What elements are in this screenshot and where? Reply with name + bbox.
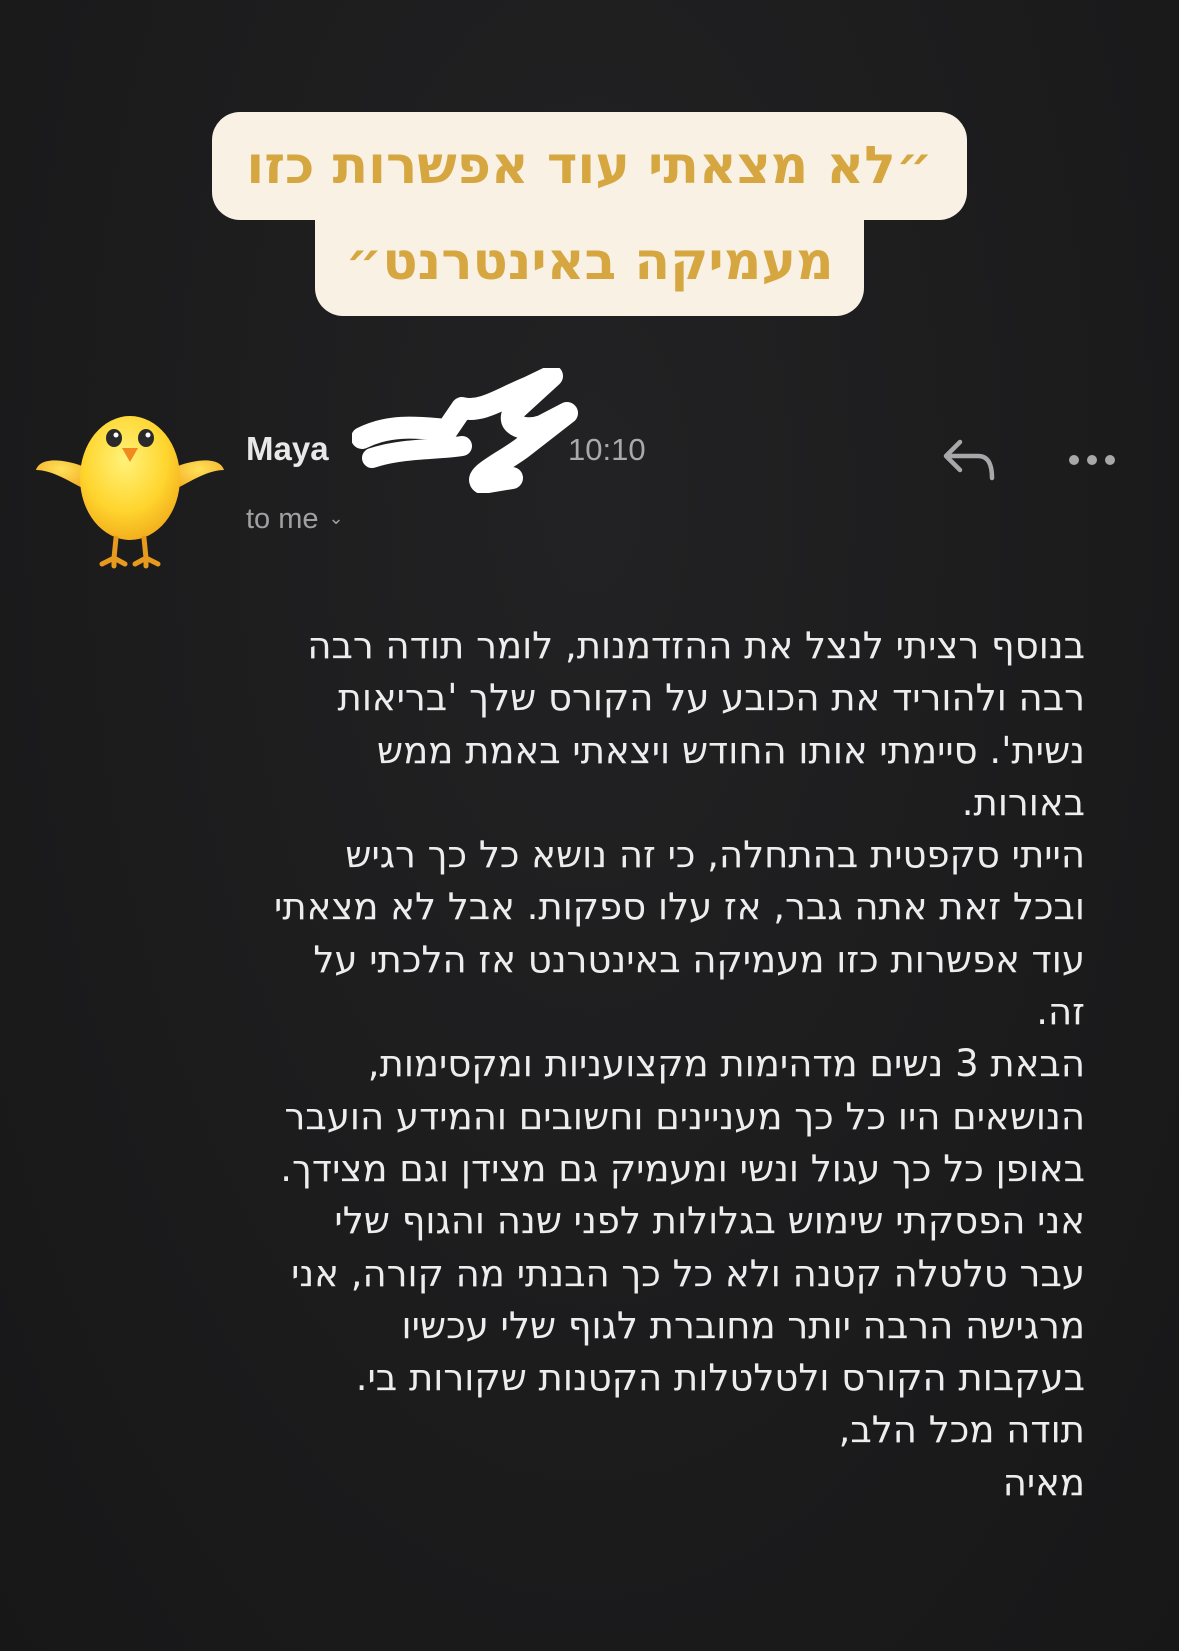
more-options-icon[interactable] — [1062, 440, 1122, 480]
body-line: רבה ולהוריד את הכובע על הקורס שלך 'בריאו… — [337, 676, 1085, 720]
testimonial-quote-banner: ״לא מצאתי עוד אפשרות כזו מעמיקה באינטרנט… — [0, 112, 1179, 328]
body-line: בנוסף רציתי לנצל את ההזדמנות, לומר תודה … — [307, 624, 1085, 667]
body-line: מרגישה הרבה יותר מחוברת לגוף שלי עכשיו — [401, 1303, 1086, 1347]
quote-line-2: מעמיקה באינטרנט״ — [315, 208, 864, 316]
email-timestamp: 10:10 — [568, 432, 646, 467]
email-body: בנוסף רציתי לנצל את ההזדמנות, לומר תודה … — [125, 620, 1085, 1509]
body-line: עבר טלטלה קטנה ולא כל כך הבנתי מה קורה, … — [291, 1251, 1085, 1295]
signature: מאיה — [1002, 1460, 1085, 1504]
body-line: נשית'. סיימתי אותו החודש ויצאתי באמת ממש — [376, 728, 1085, 772]
body-line: ובכל זאת אתה גבר, אז עלו ספקות. אבל לא מ… — [274, 885, 1085, 929]
body-line: זה. — [1036, 990, 1085, 1034]
reply-icon[interactable] — [938, 434, 1000, 484]
recipient-label: to me — [246, 503, 319, 535]
body-line: באורות. — [961, 780, 1085, 824]
body-line: בעקבות הקורס ולטלטלות הקטנות שקורות בי. — [355, 1356, 1085, 1400]
body-line: תודה מכל הלב, — [838, 1408, 1085, 1452]
body-line: הבאת 3 נשים מדהימות מקצועניות ומקסימות, — [367, 1042, 1085, 1086]
body-line: עוד אפשרות כזו מעמיקה באינטרנט אז הלכתי … — [313, 937, 1085, 981]
body-line: באופן כל כך עגול ונשי ומעמיק גם מצידן וג… — [280, 1146, 1085, 1190]
sender-name[interactable]: Maya — [246, 430, 329, 468]
redaction-scribble — [352, 368, 578, 493]
recipient-dropdown[interactable]: to me ⌄ — [246, 503, 344, 536]
body-line: הייתי סקפטית בהתחלה, כי זה נושא כל כך רג… — [345, 833, 1085, 877]
baby-chick-avatar-icon[interactable] — [30, 378, 230, 578]
body-line: אני הפסקתי שימוש בגלולות לפני שנה והגוף … — [334, 1199, 1085, 1243]
chevron-down-icon: ⌄ — [328, 508, 344, 528]
body-line: הנושאים היו כל כך מעניינים וחשובים והמיד… — [284, 1094, 1085, 1138]
quote-line-1: ״לא מצאתי עוד אפשרות כזו — [212, 112, 967, 220]
